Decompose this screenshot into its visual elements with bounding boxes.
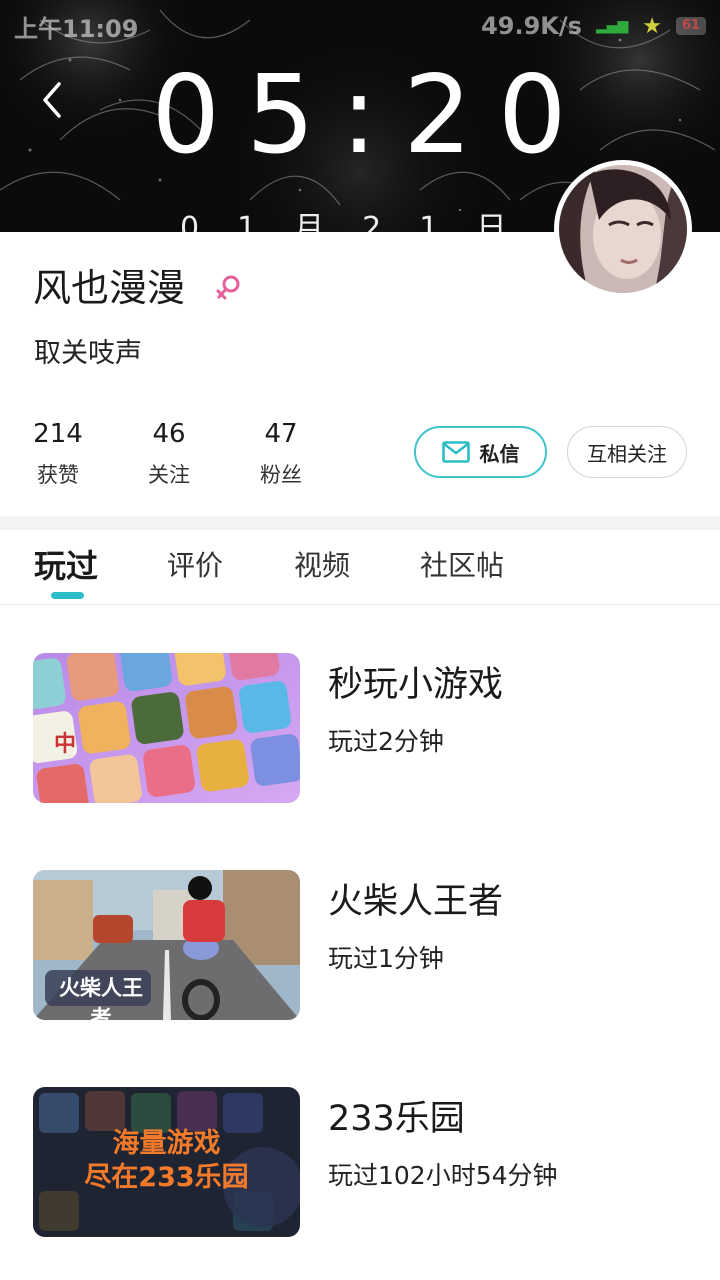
cover-clock-text: 05:20 xyxy=(151,53,593,178)
stat-likes[interactable]: 214 获赞 xyxy=(8,418,108,490)
svg-text:中: 中 xyxy=(54,732,76,757)
signal-icon: ▂▄▆ xyxy=(595,18,629,34)
stat-fans[interactable]: 47 粉丝 xyxy=(231,418,331,490)
stat-likes-label: 获赞 xyxy=(37,463,79,487)
star-icon: ★ xyxy=(642,13,662,39)
game-collage-image: 中 xyxy=(33,653,300,803)
thumbnail-headline-line1: 海量游戏 xyxy=(112,1128,221,1159)
tab-videos[interactable]: 视频 xyxy=(294,544,350,588)
cover-date-strip: 01月21日 星期六 xyxy=(180,214,560,232)
game-title: 火柴人王者 xyxy=(328,882,504,922)
game-title: 秒玩小游戏 xyxy=(328,665,504,705)
stat-following[interactable]: 46 关注 xyxy=(119,418,219,490)
battery-icon: 61 xyxy=(676,17,706,35)
game-played-time: 玩过2分钟 xyxy=(328,727,444,756)
user-name: 风也漫漫 xyxy=(33,266,186,310)
stat-fans-value: 47 xyxy=(264,419,298,449)
profile-tabs: 玩过 评价 视频 社区帖 xyxy=(0,530,720,605)
cover-date-text: 01月21日 星期六 xyxy=(180,214,560,232)
mail-icon xyxy=(441,441,470,463)
message-button-label: 私信 xyxy=(479,441,520,466)
game-played-time: 玩过1分钟 xyxy=(328,944,444,973)
game-thumbnail: 中 xyxy=(33,653,300,803)
battery-level: 61 xyxy=(681,18,701,33)
list-item[interactable]: 海量游戏 尽在233乐园 233乐园 玩过102小时54分钟 xyxy=(0,1087,720,1237)
thumbnail-logo-text: 火柴人王者 xyxy=(59,976,143,1020)
game-title: 233乐园 xyxy=(328,1099,465,1139)
female-icon xyxy=(216,275,240,300)
game-played-time: 玩过102小时54分钟 xyxy=(328,1161,558,1190)
user-signature: 取关吱声 xyxy=(34,338,142,369)
avatar-image xyxy=(559,165,687,293)
stat-following-label: 关注 xyxy=(148,463,190,487)
game-thumbnail: 海量游戏 尽在233乐园 xyxy=(33,1087,300,1237)
section-divider xyxy=(0,516,720,530)
game-thumbnail: 火柴人王者 xyxy=(33,870,300,1020)
status-right-group: 49.9K/s ▂▄▆ ★ 61 xyxy=(481,12,706,40)
list-item[interactable]: 火柴人王者 火柴人王者 玩过1分钟 xyxy=(0,870,720,1020)
active-tab-indicator xyxy=(51,592,84,599)
stat-following-value: 46 xyxy=(152,419,186,449)
thumbnail-headline-line2: 尽在233乐园 xyxy=(84,1162,249,1193)
avatar[interactable] xyxy=(554,160,692,298)
mutual-follow-button[interactable]: 互相关注 xyxy=(567,426,687,478)
tab-community-posts[interactable]: 社区帖 xyxy=(420,544,504,588)
network-speed: 49.9K/s xyxy=(481,12,582,40)
stat-likes-value: 214 xyxy=(33,419,83,449)
tab-played[interactable]: 玩过 xyxy=(34,544,98,588)
tab-reviews[interactable]: 评价 xyxy=(167,544,223,588)
list-item[interactable]: 中 秒玩小游戏 玩过2分钟 xyxy=(0,653,720,803)
stat-fans-label: 粉丝 xyxy=(260,463,302,487)
status-bar: 上午11:09 49.9K/s ▂▄▆ ★ 61 xyxy=(0,0,720,52)
status-time: 上午11:09 xyxy=(14,14,139,43)
message-button[interactable]: 私信 xyxy=(414,426,547,478)
